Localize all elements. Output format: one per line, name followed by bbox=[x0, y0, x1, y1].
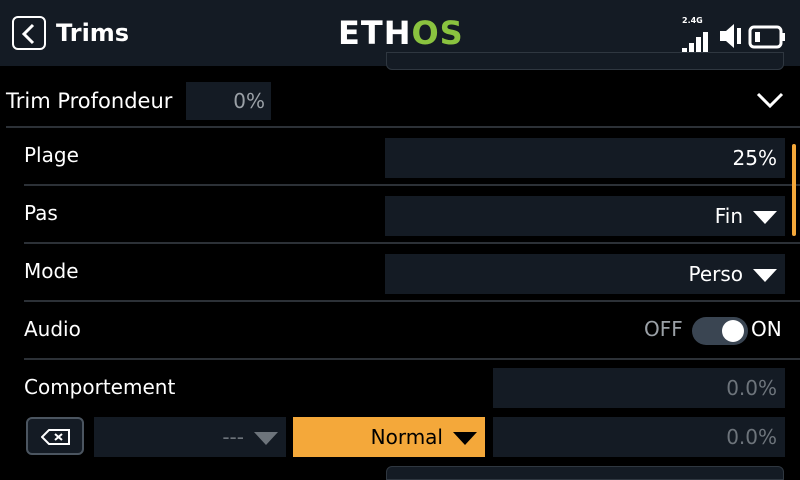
back-button[interactable] bbox=[12, 16, 46, 50]
toggle-knob bbox=[722, 320, 744, 342]
audio-toggle[interactable] bbox=[692, 317, 748, 345]
trim-section-header[interactable]: Trim Profondeur 0% bbox=[0, 78, 800, 124]
mode-row: Mode Perso bbox=[24, 244, 800, 300]
dropdown-arrow-icon bbox=[254, 431, 278, 445]
comportement-label: Comportement bbox=[24, 375, 176, 399]
pas-label: Pas bbox=[24, 201, 58, 225]
scrollbar[interactable] bbox=[792, 144, 796, 236]
section-label: Trim Profondeur bbox=[6, 89, 173, 113]
pas-select[interactable]: Fin bbox=[385, 196, 785, 236]
comportement-offset-field[interactable]: 0.0% bbox=[493, 368, 785, 408]
dropdown-arrow-icon bbox=[753, 210, 777, 224]
backspace-icon bbox=[41, 429, 70, 445]
section-trim-value: 0% bbox=[186, 82, 271, 120]
next-field-remnant bbox=[386, 466, 784, 480]
plage-label: Plage bbox=[24, 143, 79, 167]
behavior-offset-field[interactable]: 0.0% bbox=[493, 417, 785, 457]
behavior-source-select[interactable]: --- bbox=[94, 417, 286, 457]
audio-on-label: ON bbox=[751, 317, 782, 341]
behavior-mode-select[interactable]: Normal bbox=[293, 417, 485, 457]
plage-row: Plage 25% bbox=[24, 128, 800, 184]
mode-select[interactable]: Perso bbox=[385, 254, 785, 294]
audio-row: Audio OFF ON bbox=[24, 302, 800, 358]
page-title: Trims bbox=[56, 19, 130, 47]
mode-label: Mode bbox=[24, 259, 79, 283]
audio-off-label: OFF bbox=[644, 317, 683, 341]
clear-button[interactable] bbox=[26, 417, 84, 455]
dropdown-arrow-icon bbox=[453, 431, 477, 445]
status-area: 2.4G bbox=[680, 16, 790, 56]
signal-label: 2.4G bbox=[682, 16, 703, 25]
chevron-left-icon bbox=[21, 23, 35, 45]
plage-field[interactable]: 25% bbox=[385, 138, 785, 178]
battery-icon bbox=[748, 25, 785, 49]
previous-field-remnant bbox=[386, 52, 784, 70]
dropdown-arrow-icon bbox=[753, 268, 777, 282]
pas-row: Pas Fin bbox=[24, 186, 800, 242]
speaker-icon bbox=[720, 24, 741, 48]
audio-label: Audio bbox=[24, 317, 81, 341]
ethos-logo: ETHOS bbox=[338, 14, 464, 52]
chevron-down-icon[interactable] bbox=[756, 90, 784, 110]
